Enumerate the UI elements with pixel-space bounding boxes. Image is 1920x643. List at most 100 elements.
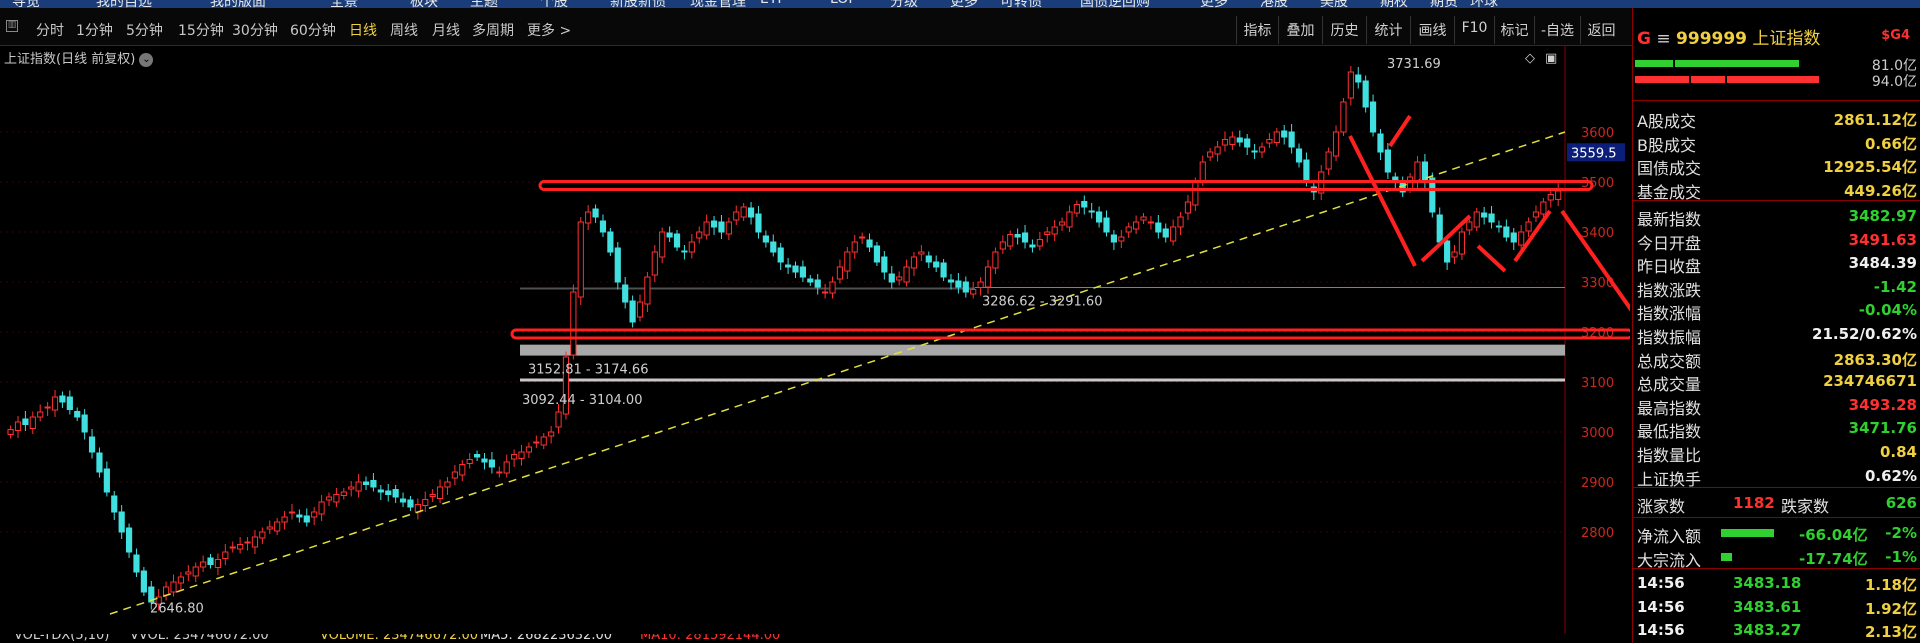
- top-nav-item[interactable]: 期权: [1380, 0, 1408, 8]
- top-nav-item[interactable]: 可转债: [1000, 0, 1042, 8]
- candle-body: [881, 256, 888, 273]
- candle-body: [1170, 226, 1177, 242]
- period-button[interactable]: 月线: [432, 20, 460, 40]
- kline-chart[interactable]: 2800 2900 3000 3100 3200 3300 3400 3500 3600 3731…: [0, 46, 1682, 636]
- candle-body: [259, 531, 266, 539]
- period-button[interactable]: 60分钟: [290, 20, 336, 40]
- quote-row: 最低指数 3471.76: [1637, 419, 1917, 442]
- candle-body: [1525, 221, 1532, 232]
- top-nav-item[interactable]: 现金管理: [690, 0, 746, 8]
- period-button[interactable]: 1分钟: [76, 20, 113, 40]
- candle-body: [200, 561, 207, 568]
- candle-body: [133, 554, 140, 573]
- candle-body: [1029, 244, 1036, 248]
- candle-body: [970, 289, 977, 295]
- volume-value: VOLUME: 234746672.00: [320, 634, 479, 643]
- tool-button[interactable]: F10: [1454, 16, 1494, 44]
- quote-row: 总成交额 2863.30亿: [1637, 350, 1917, 371]
- menu-icon[interactable]: ≡: [1656, 29, 1670, 49]
- candle-body: [288, 511, 296, 514]
- tool-button[interactable]: 返回: [1580, 16, 1622, 44]
- top-nav-item[interactable]: 主题: [470, 0, 498, 8]
- candle-body: [1303, 159, 1310, 183]
- top-nav-item[interactable]: 美股: [1320, 0, 1348, 8]
- window-toggle-icon[interactable]: ▥: [6, 20, 18, 32]
- top-nav-item[interactable]: 分级: [890, 0, 918, 8]
- candle-body: [1066, 211, 1073, 228]
- candle-body: [762, 235, 769, 243]
- tick-price: 3483.27: [1733, 621, 1802, 639]
- candle-body: [888, 273, 895, 283]
- candle-body: [474, 454, 481, 458]
- period-button[interactable]: 周线: [390, 20, 418, 40]
- candle-body: [348, 486, 355, 490]
- candle-body: [1555, 190, 1562, 200]
- top-nav-item[interactable]: 板块: [410, 0, 438, 8]
- candle-body: [1503, 226, 1510, 238]
- tool-button[interactable]: 画线: [1410, 16, 1454, 44]
- period-button[interactable]: 日线: [349, 20, 377, 40]
- candle-body: [1221, 139, 1229, 146]
- candle-body: [1177, 216, 1184, 228]
- y-tick-label: 3600: [1581, 126, 1614, 141]
- top-nav-item[interactable]: 期货: [1430, 0, 1458, 8]
- gap-label: 3092.44 - 3104.00: [522, 393, 642, 408]
- tool-button[interactable]: 标记: [1494, 16, 1534, 44]
- top-nav-item[interactable]: 导览: [12, 0, 40, 8]
- support-band: [510, 328, 1634, 340]
- top-nav-item[interactable]: 环球: [1470, 0, 1498, 8]
- candle-body: [984, 266, 992, 288]
- candle-body: [1014, 234, 1021, 238]
- period-button[interactable]: 5分钟: [126, 20, 163, 40]
- top-nav-item[interactable]: 我的版面: [210, 0, 266, 8]
- tick-amount: 2.13亿: [1864, 623, 1917, 641]
- candle-body: [422, 499, 429, 506]
- candle-body: [1081, 201, 1088, 208]
- stock-header: G ≡ 999999 上证指数: [1637, 24, 1820, 49]
- candle-body: [681, 250, 688, 253]
- kline-chart-svg[interactable]: 2800290030003100320033003400350036003731…: [0, 46, 1682, 636]
- candle-body: [1414, 161, 1421, 182]
- tool-button[interactable]: -自选: [1534, 16, 1580, 44]
- period-button[interactable]: 多周期: [472, 20, 514, 40]
- period-button[interactable]: 更多 >: [527, 20, 571, 40]
- tool-button[interactable]: 统计: [1366, 16, 1410, 44]
- candle-body: [251, 536, 259, 548]
- tool-button[interactable]: 指标: [1236, 16, 1278, 44]
- period-button[interactable]: 分时: [36, 20, 64, 40]
- top-nav-item[interactable]: 个股: [540, 0, 568, 8]
- candle-body: [903, 266, 910, 283]
- tool-button[interactable]: 历史: [1322, 16, 1366, 44]
- candle-body: [51, 396, 59, 411]
- candle-body: [607, 231, 614, 253]
- divider: [1633, 200, 1920, 201]
- tool-button[interactable]: 叠加: [1278, 16, 1322, 44]
- top-nav-item[interactable]: 港股: [1260, 0, 1288, 8]
- tick-row: 14:56 3483.18 1.18亿: [1633, 571, 1920, 594]
- indicator-name[interactable]: VOL-TDX(5,10): [14, 634, 109, 643]
- top-nav-item[interactable]: LOF: [830, 0, 856, 7]
- top-nav-item[interactable]: 更多: [950, 0, 978, 8]
- candle-body: [718, 221, 725, 233]
- top-nav-item[interactable]: 全景: [330, 0, 358, 8]
- candle-body: [622, 284, 629, 303]
- divider: [1633, 517, 1920, 518]
- candle-body: [96, 452, 103, 473]
- candle-body: [866, 239, 873, 248]
- candle-body: [1488, 213, 1495, 223]
- candle-body: [163, 586, 170, 596]
- down-amount: 94.0亿: [1871, 74, 1917, 90]
- period-button[interactable]: 15分钟: [178, 20, 224, 40]
- top-nav-item[interactable]: 国债逆回购: [1080, 0, 1150, 8]
- top-nav-item[interactable]: 更多: [1200, 0, 1228, 8]
- flow-row: 净流入额 -66.04亿 -2%: [1637, 524, 1917, 546]
- down-amount-bar: [1635, 76, 1689, 83]
- divider: [1633, 487, 1920, 488]
- top-nav-item[interactable]: 我的自选: [96, 0, 152, 8]
- top-nav-item[interactable]: 新股新债: [610, 0, 666, 8]
- candle-body: [599, 220, 607, 233]
- period-button[interactable]: 30分钟: [232, 20, 278, 40]
- sg-label: $G4: [1881, 28, 1910, 43]
- top-nav-item[interactable]: ETF: [760, 0, 785, 7]
- candle-body: [59, 395, 66, 403]
